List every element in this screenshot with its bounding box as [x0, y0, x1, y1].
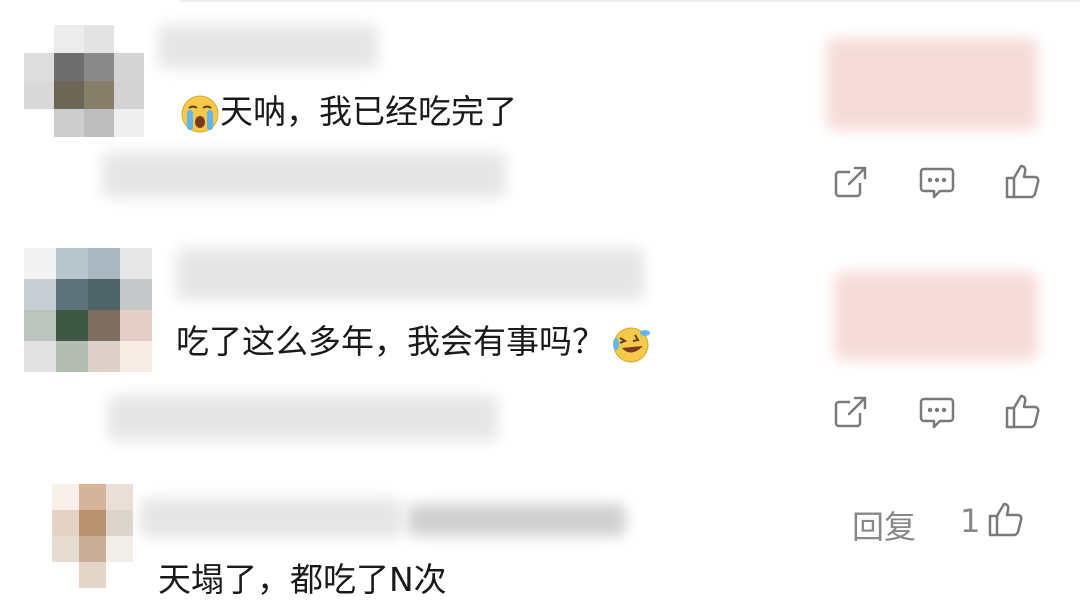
avatar-pixel	[106, 536, 133, 562]
avatar-pixel	[24, 341, 56, 372]
avatar-pixel	[106, 484, 133, 510]
share-icon[interactable]	[832, 393, 870, 431]
avatar-pixel	[56, 310, 88, 341]
comment-text: 天塌了，都吃了N次	[158, 560, 447, 599]
laughing-crying-face-icon	[611, 324, 651, 364]
avatar-pixel	[88, 341, 120, 372]
avatar[interactable]	[52, 484, 133, 588]
comment-icon[interactable]	[918, 393, 956, 431]
avatar[interactable]	[24, 248, 152, 372]
avatar-pixel	[120, 310, 152, 341]
avatar-pixel	[84, 25, 114, 53]
avatar-pixel	[24, 53, 54, 81]
avatar-pixel	[24, 25, 54, 53]
image-thumbnail-blurred[interactable]	[834, 272, 1038, 360]
username-blurred[interactable]	[140, 498, 402, 538]
avatar-pixel	[56, 279, 88, 310]
avatar-pixel	[24, 81, 54, 109]
avatar-pixel	[88, 279, 120, 310]
avatar-pixel	[114, 81, 144, 109]
comment-body: 天塌了，都吃了N次	[158, 560, 447, 600]
image-thumbnail-blurred[interactable]	[826, 38, 1038, 130]
avatar-pixel	[84, 81, 114, 109]
avatar-pixel	[84, 53, 114, 81]
avatar-pixel	[24, 279, 56, 310]
avatar-pixel	[120, 248, 152, 279]
avatar-pixel	[56, 341, 88, 372]
like-icon[interactable]	[1003, 392, 1041, 430]
avatar-pixel	[79, 510, 106, 536]
avatar-pixel	[106, 510, 133, 536]
avatar-pixel	[24, 310, 56, 341]
like-count: 1	[960, 502, 981, 540]
username-blurred[interactable]	[176, 248, 644, 300]
avatar-pixel	[84, 109, 114, 137]
avatar-pixel	[79, 562, 106, 588]
avatar[interactable]	[24, 25, 144, 137]
avatar-pixel	[52, 510, 79, 536]
meta-info-blurred	[102, 152, 506, 198]
comment-body: 天呐，我已经吃完了	[180, 92, 517, 134]
avatar-pixel	[54, 25, 84, 53]
avatar-pixel	[120, 279, 152, 310]
avatar-pixel	[24, 248, 56, 279]
avatar-pixel	[114, 53, 144, 81]
username-blurred[interactable]	[158, 25, 378, 69]
avatar-pixel	[54, 53, 84, 81]
username-suffix-blurred	[408, 504, 626, 536]
like-icon[interactable]	[1003, 162, 1041, 200]
comment-text: 天呐，我已经吃完了	[220, 92, 517, 131]
comment-body: 吃了这么多年，我会有事吗？	[176, 322, 651, 364]
share-icon[interactable]	[832, 163, 870, 201]
avatar-pixel	[114, 25, 144, 53]
avatar-pixel	[52, 562, 79, 588]
avatar-pixel	[52, 484, 79, 510]
meta-info-blurred	[108, 395, 498, 441]
avatar-pixel	[79, 536, 106, 562]
like-icon[interactable]	[986, 500, 1024, 538]
avatar-pixel	[120, 341, 152, 372]
avatar-pixel	[52, 536, 79, 562]
crying-face-icon	[180, 94, 220, 134]
avatar-pixel	[24, 109, 54, 137]
comment-icon[interactable]	[918, 163, 956, 201]
comment-text: 吃了这么多年，我会有事吗？	[176, 322, 605, 361]
avatar-pixel	[54, 81, 84, 109]
top-divider	[180, 0, 1080, 2]
avatar-pixel	[79, 484, 106, 510]
avatar-pixel	[56, 248, 88, 279]
reply-button[interactable]: 回复	[852, 502, 916, 548]
avatar-pixel	[88, 248, 120, 279]
avatar-pixel	[106, 562, 133, 588]
avatar-pixel	[88, 310, 120, 341]
avatar-pixel	[114, 109, 144, 137]
avatar-pixel	[54, 109, 84, 137]
